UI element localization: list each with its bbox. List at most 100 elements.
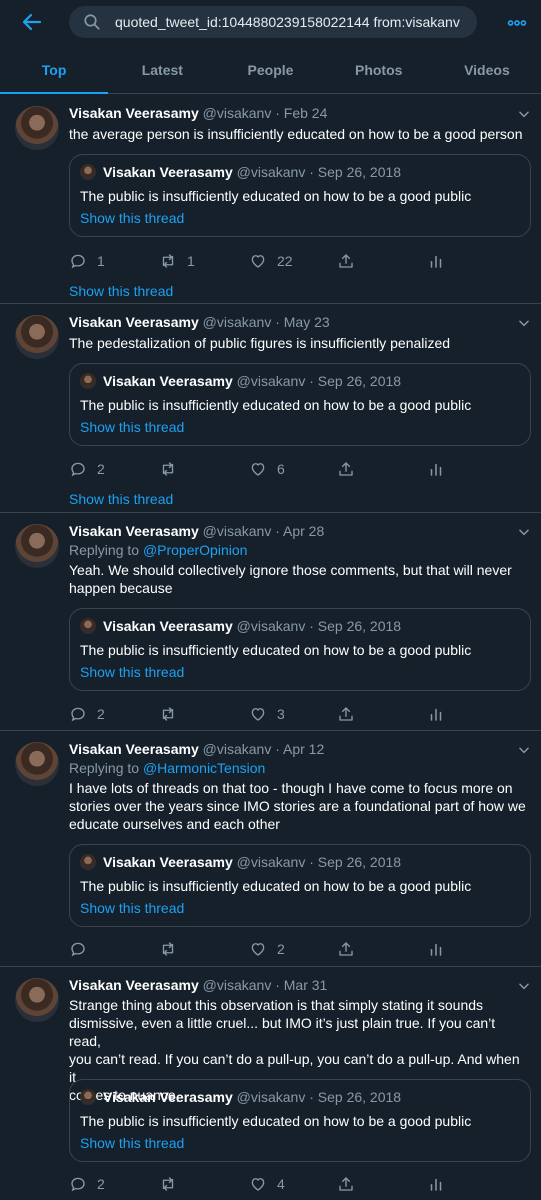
retweet-icon: [162, 254, 174, 268]
quoted-tweet[interactable]: Visakan Veerasamy @visakanv · Sep 26, 20…: [69, 154, 531, 237]
show-thread-link[interactable]: Show this thread: [69, 283, 173, 299]
reply-button[interactable]: 2: [69, 704, 105, 724]
reply-button[interactable]: 2: [69, 459, 105, 479]
share-button[interactable]: [337, 1174, 365, 1194]
author-name[interactable]: Visakan Veerasamy: [69, 523, 199, 539]
retweet-icon: [162, 707, 174, 721]
tweet-header: Visakan Veerasamy @visakanv · May 23: [69, 314, 330, 330]
reply-icon: [71, 254, 85, 269]
back-arrow-icon[interactable]: [20, 10, 44, 34]
reply-button[interactable]: [69, 939, 97, 959]
share-button[interactable]: [337, 704, 365, 724]
tweet-text: the average person is insufficiently edu…: [69, 126, 523, 142]
share-button[interactable]: [337, 251, 365, 271]
heart-icon: [251, 1178, 265, 1191]
show-thread-link[interactable]: Show this thread: [69, 491, 173, 507]
share-button[interactable]: [337, 459, 365, 479]
analytics-button[interactable]: [427, 459, 455, 479]
heart-icon: [251, 708, 265, 721]
tab-latest[interactable]: Latest: [108, 46, 216, 93]
tab-people[interactable]: People: [216, 46, 324, 93]
tweet[interactable]: Visakan Veerasamy @visakanv · Apr 28 Rep…: [0, 513, 541, 731]
chevron-down-icon[interactable]: [517, 743, 531, 757]
reply-icon: [71, 1177, 85, 1192]
more-options-icon[interactable]: [506, 12, 528, 34]
analytics-button[interactable]: [427, 704, 455, 724]
tweet-header: Visakan Veerasamy @visakanv · Feb 24: [69, 105, 327, 121]
search-input[interactable]: quoted_tweet_id:1044880239158022144 from…: [69, 6, 477, 38]
quoted-tweet[interactable]: Visakan Veerasamy @visakanv · Sep 26, 20…: [69, 608, 531, 691]
tab-videos[interactable]: Videos: [433, 46, 541, 93]
retweet-button[interactable]: [159, 1174, 187, 1194]
like-button[interactable]: 3: [249, 704, 285, 724]
tweet-actions: 1 1 22: [69, 251, 449, 271]
share-icon: [339, 942, 353, 956]
analytics-icon: [430, 255, 442, 268]
quoted-text: The public is insufficiently educated on…: [80, 878, 472, 894]
tweet[interactable]: Visakan Veerasamy @visakanv · May 23 The…: [0, 304, 541, 513]
tweet[interactable]: Visakan Veerasamy @visakanv · Mar 31 Str…: [0, 967, 541, 1200]
heart-icon: [251, 943, 265, 956]
author-name[interactable]: Visakan Veerasamy: [69, 741, 199, 757]
replying-to: Replying to @HarmonicTension: [69, 760, 266, 776]
tweet-actions: 2 4: [69, 1174, 449, 1194]
like-button[interactable]: 22: [249, 251, 293, 271]
quoted-tweet[interactable]: Visakan Veerasamy @visakanv · Sep 26, 20…: [69, 363, 531, 446]
quoted-avatar: [80, 854, 96, 870]
quoted-text: The public is insufficiently educated on…: [80, 397, 472, 413]
like-button[interactable]: 2: [249, 939, 285, 959]
tab-top[interactable]: Top: [0, 46, 109, 94]
tweet-actions: 2: [69, 939, 449, 959]
reply-count: 1: [97, 253, 105, 269]
share-button[interactable]: [337, 939, 365, 959]
reply-count: 2: [97, 706, 105, 722]
search-query: quoted_tweet_id:1044880239158022144 from…: [115, 14, 460, 30]
reply-button[interactable]: 1: [69, 251, 105, 271]
quoted-show-thread-link[interactable]: Show this thread: [80, 210, 184, 226]
replying-to-handle[interactable]: @ProperOpinion: [143, 542, 248, 558]
like-button[interactable]: 6: [249, 459, 285, 479]
quoted-tweet[interactable]: Visakan Veerasamy @visakanv · Sep 26, 20…: [69, 844, 531, 927]
quoted-tweet[interactable]: Visakan Veerasamy @visakanv · Sep 26, 20…: [69, 1079, 531, 1162]
chevron-down-icon[interactable]: [517, 316, 531, 330]
tweet-header: Visakan Veerasamy @visakanv · Apr 12: [69, 741, 324, 757]
author-name[interactable]: Visakan Veerasamy: [69, 977, 199, 993]
quoted-show-thread-link[interactable]: Show this thread: [80, 664, 184, 680]
chevron-down-icon[interactable]: [517, 979, 531, 993]
quoted-avatar: [80, 373, 96, 389]
like-count: 4: [277, 1176, 285, 1192]
avatar[interactable]: [15, 978, 59, 1022]
author-name[interactable]: Visakan Veerasamy: [69, 314, 199, 330]
quoted-show-thread-link[interactable]: Show this thread: [80, 419, 184, 435]
retweet-icon: [162, 942, 174, 956]
analytics-button[interactable]: [427, 939, 455, 959]
quoted-show-thread-link[interactable]: Show this thread: [80, 900, 184, 916]
search-icon: [84, 14, 100, 30]
quoted-show-thread-link[interactable]: Show this thread: [80, 1135, 184, 1151]
avatar[interactable]: [15, 106, 59, 150]
chevron-down-icon[interactable]: [517, 525, 531, 539]
retweet-button[interactable]: [159, 939, 187, 959]
retweet-button[interactable]: [159, 459, 187, 479]
chevron-down-icon[interactable]: [517, 107, 531, 121]
tab-bar: Top Latest People Photos Videos: [0, 46, 541, 94]
tweet[interactable]: Visakan Veerasamy @visakanv · Apr 12 Rep…: [0, 731, 541, 967]
avatar[interactable]: [15, 315, 59, 359]
analytics-button[interactable]: [427, 251, 455, 271]
author-meta: @visakanv · Feb 24: [202, 105, 328, 121]
retweet-button[interactable]: 1: [159, 251, 195, 271]
author-name[interactable]: Visakan Veerasamy: [69, 105, 199, 121]
avatar[interactable]: [15, 742, 59, 786]
quoted-header: Visakan Veerasamy @visakanv · Sep 26, 20…: [103, 164, 402, 180]
reply-button[interactable]: 2: [69, 1174, 105, 1194]
tab-photos[interactable]: Photos: [325, 46, 433, 93]
like-button[interactable]: 4: [249, 1174, 285, 1194]
tweet[interactable]: Visakan Veerasamy @visakanv · Feb 24 the…: [0, 95, 541, 304]
retweet-count: 1: [187, 253, 195, 269]
replying-to-handle[interactable]: @HarmonicTension: [143, 760, 265, 776]
reply-icon: [71, 707, 85, 722]
author-meta: @visakanv · May 23: [202, 314, 330, 330]
retweet-button[interactable]: [159, 704, 187, 724]
avatar[interactable]: [15, 524, 59, 568]
analytics-button[interactable]: [427, 1174, 455, 1194]
